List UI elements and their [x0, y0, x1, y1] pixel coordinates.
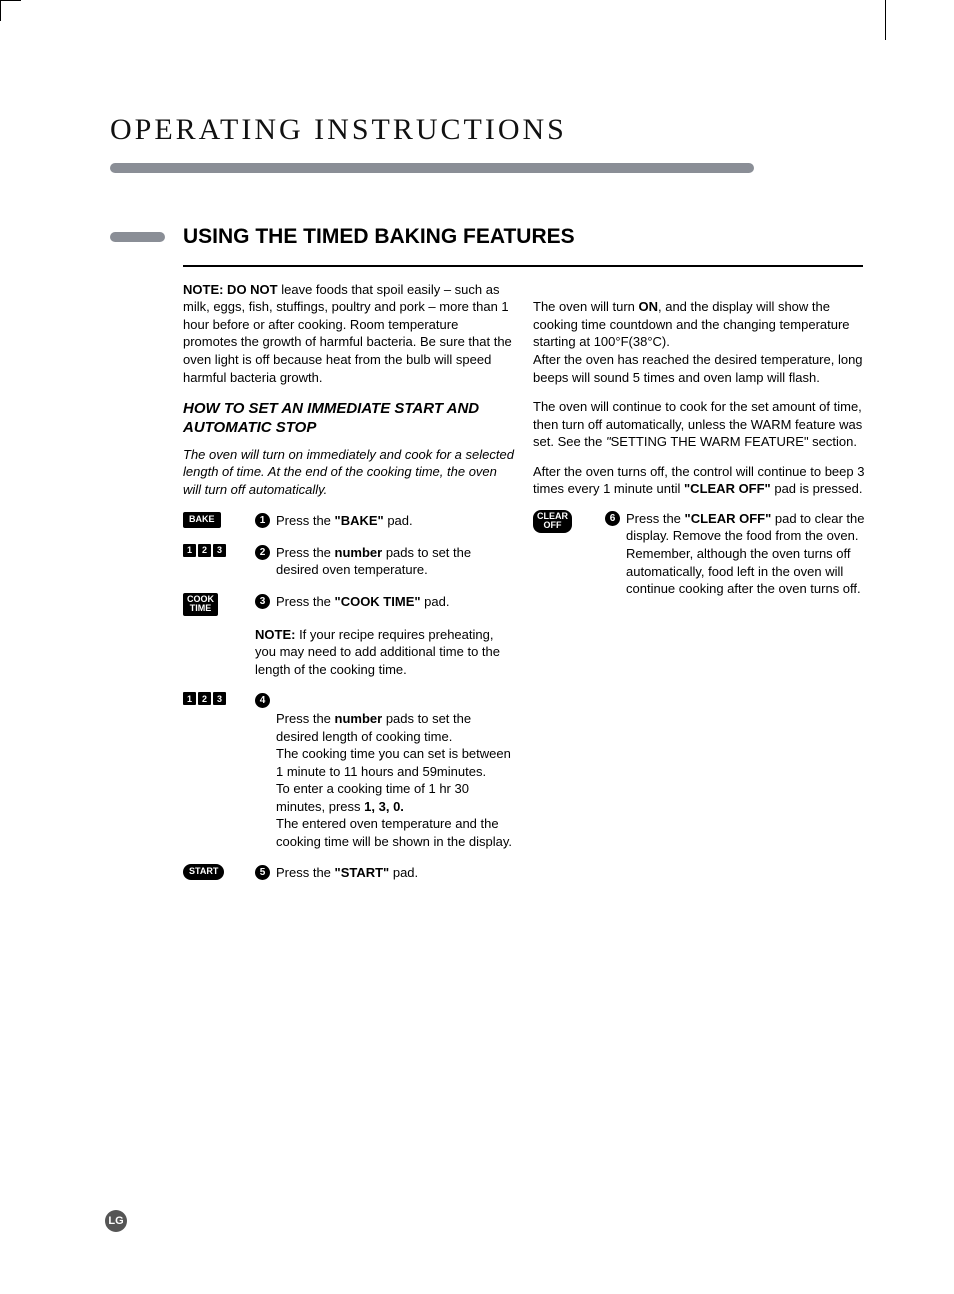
note-paragraph: NOTE: DO NOT leave foods that spoil easi…: [183, 281, 515, 386]
note-body: leave foods that spoil easily – such as …: [183, 282, 512, 385]
step-2: 123 2 Press the number pads to set the d…: [183, 544, 515, 579]
step-number-4: 4: [255, 693, 270, 708]
right-para-2: The oven will continue to cook for the s…: [533, 398, 865, 451]
intro-paragraph: The oven will turn on immediately and co…: [183, 446, 515, 499]
start-pad-icon: START: [183, 864, 237, 879]
lg-logo-icon: LG: [105, 1210, 127, 1232]
section-header: USING THE TIMED BAKING FEATURES: [110, 223, 866, 251]
subsection-heading: HOW TO SET AN IMMEDIATE START AND AUTOMA…: [183, 400, 515, 438]
page-title: OPERATING INSTRUCTIONS: [110, 110, 954, 151]
section-title: USING THE TIMED BAKING FEATURES: [183, 223, 575, 251]
pad-label: START: [183, 864, 224, 879]
number-pad-icon: 123: [183, 544, 237, 557]
header: OPERATING INSTRUCTIONS: [0, 0, 954, 173]
step-number-3: 3: [255, 594, 270, 609]
step-number-1: 1: [255, 513, 270, 528]
step-4-text: Press the number pads to set the desired…: [276, 692, 515, 850]
number-pad-icon: 123: [183, 692, 237, 705]
note-label: NOTE: DO NOT: [183, 282, 278, 297]
step-number-5: 5: [255, 865, 270, 880]
pad-label: CLEAR OFF: [533, 510, 572, 533]
step-1-text: Press the "BAKE" pad.: [276, 512, 515, 530]
crop-mark-tl: [0, 0, 21, 21]
step-2-text: Press the number pads to set the desired…: [276, 544, 515, 579]
step-5: START 5 Press the "START" pad.: [183, 864, 515, 882]
step-1: BAKE 1 Press the "BAKE" pad.: [183, 512, 515, 530]
left-column: NOTE: DO NOT leave foods that spoil easi…: [183, 281, 515, 896]
step-number-6: 6: [605, 511, 620, 526]
step-3-text: Press the "COOK TIME" pad.: [276, 593, 515, 611]
step-6: CLEAR OFF 6 Press the "CLEAR OFF" pad to…: [533, 510, 865, 598]
step-4: 123 4 Press the number pads to set the d…: [183, 692, 515, 850]
bake-pad-icon: BAKE: [183, 512, 237, 527]
clear-off-pad-icon: CLEAR OFF: [533, 510, 587, 533]
step-3: COOK TIME 3 Press the "COOK TIME" pad.: [183, 593, 515, 616]
crop-mark-tr: [885, 0, 886, 40]
section-underline: [183, 265, 863, 267]
page: OPERATING INSTRUCTIONS USING THE TIMED B…: [0, 0, 954, 1294]
step-5-text: Press the "START" pad.: [276, 864, 515, 882]
right-para-1: The oven will turn ON, and the display w…: [533, 281, 865, 386]
header-rule: [110, 163, 754, 173]
step-3-note: NOTE: If your recipe requires preheating…: [255, 626, 515, 679]
columns: NOTE: DO NOT leave foods that spoil easi…: [110, 281, 866, 896]
pad-label: COOK TIME: [183, 593, 218, 616]
step-number-2: 2: [255, 545, 270, 560]
cook-time-pad-icon: COOK TIME: [183, 593, 237, 616]
content: USING THE TIMED BAKING FEATURES NOTE: DO…: [0, 173, 954, 896]
right-para-3: After the oven turns off, the control wi…: [533, 463, 865, 498]
section-bullet: [110, 232, 165, 242]
pad-label: BAKE: [183, 512, 221, 527]
right-column: The oven will turn ON, and the display w…: [533, 281, 865, 896]
step-6-text: Press the "CLEAR OFF" pad to clear the d…: [626, 510, 865, 598]
